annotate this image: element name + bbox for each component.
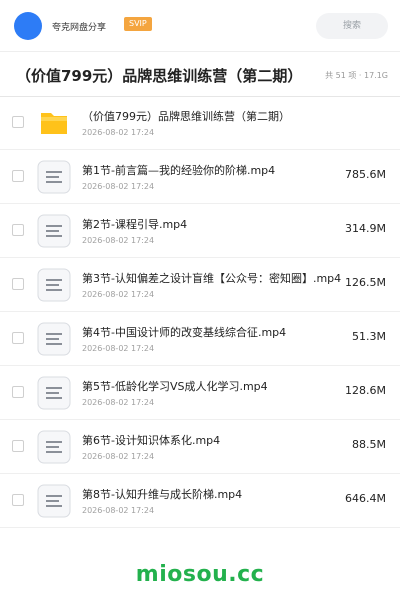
list-item[interactable]: 第6节-设计知识体系化.mp4 2026-08-02 17:24 88.5M [0, 420, 400, 474]
file-name: （价值799元）品牌思维训练营（第二期） [82, 110, 290, 123]
svip-badge: SVIP [124, 17, 152, 31]
document-icon [37, 160, 71, 194]
file-date: 2026-08-02 17:24 [82, 128, 155, 137]
avatar[interactable] [14, 12, 42, 40]
file-size: 646.4M [345, 492, 386, 505]
file-name: 第8节-认知升维与成长阶梯.mp4 [82, 488, 243, 501]
file-name: 第4节-中国设计师的改变基线综合征.mp4 [82, 326, 287, 339]
row-checkbox[interactable] [12, 224, 24, 236]
file-date: 2026-08-02 17:24 [82, 290, 155, 299]
file-date: 2026-08-02 17:24 [82, 344, 155, 353]
row-checkbox[interactable] [12, 332, 24, 344]
list-item[interactable]: 第3节-认知偏差之设计盲维【公众号：密知圈】.mp4 2026-08-02 17… [0, 258, 400, 312]
file-list: （价值799元）品牌思维训练营（第二期） 2026-08-02 17:24 第1… [0, 96, 400, 528]
row-checkbox[interactable] [12, 278, 24, 290]
file-size: 128.6M [345, 384, 386, 397]
file-date: 2026-08-02 17:24 [82, 398, 155, 407]
row-checkbox[interactable] [12, 170, 24, 182]
row-checkbox[interactable] [12, 494, 24, 506]
file-size: 785.6M [345, 168, 386, 181]
page-title: （价值799元）品牌思维训练营（第二期） [16, 67, 303, 85]
document-icon [37, 430, 71, 464]
row-checkbox[interactable] [12, 386, 24, 398]
document-icon [37, 322, 71, 356]
file-name: 第6节-设计知识体系化.mp4 [82, 434, 221, 447]
folder-header: （价值799元）品牌思维训练营（第二期） 共 51 项 · 17.1G [0, 53, 400, 97]
file-size: 88.5M [352, 438, 386, 451]
list-item[interactable]: 第8节-认知升维与成长阶梯.mp4 2026-08-02 17:24 646.4… [0, 474, 400, 528]
file-size: 126.5M [345, 276, 386, 289]
document-icon [37, 214, 71, 248]
list-item[interactable]: 第5节-低龄化学习VS成人化学习.mp4 2026-08-02 17:24 12… [0, 366, 400, 420]
row-checkbox[interactable] [12, 440, 24, 452]
folder-icon [37, 106, 71, 140]
list-item[interactable]: 第1节-前言篇—我的经验你的阶梯.mp4 2026-08-02 17:24 78… [0, 150, 400, 204]
row-checkbox[interactable] [12, 116, 24, 128]
document-icon [37, 484, 71, 518]
owner-name: 夸克网盘分享 [52, 23, 107, 33]
file-date: 2026-08-02 17:24 [82, 182, 155, 191]
list-item[interactable]: 第4节-中国设计师的改变基线综合征.mp4 2026-08-02 17:24 5… [0, 312, 400, 366]
list-item[interactable]: （价值799元）品牌思维训练营（第二期） 2026-08-02 17:24 [0, 96, 400, 150]
file-name: 第5节-低龄化学习VS成人化学习.mp4 [82, 380, 268, 393]
folder-meta: 共 51 项 · 17.1G [325, 71, 388, 80]
file-name: 第2节-课程引导.mp4 [82, 218, 188, 231]
document-icon [37, 376, 71, 410]
watermark-text: miosou.cc [135, 562, 265, 587]
top-bar: 夸克网盘分享 SVIP 搜索 [0, 0, 400, 52]
list-item[interactable]: 第2节-课程引导.mp4 2026-08-02 17:24 314.9M [0, 204, 400, 258]
file-date: 2026-08-02 17:24 [82, 236, 155, 245]
document-icon [37, 268, 71, 302]
file-date: 2026-08-02 17:24 [82, 506, 155, 515]
file-size: 51.3M [352, 330, 386, 343]
search-input[interactable]: 搜索 [316, 13, 388, 39]
file-name: 第1节-前言篇—我的经验你的阶梯.mp4 [82, 164, 276, 177]
file-size: 314.9M [345, 222, 386, 235]
file-date: 2026-08-02 17:24 [82, 452, 155, 461]
file-name: 第3节-认知偏差之设计盲维【公众号：密知圈】.mp4 [82, 272, 342, 285]
